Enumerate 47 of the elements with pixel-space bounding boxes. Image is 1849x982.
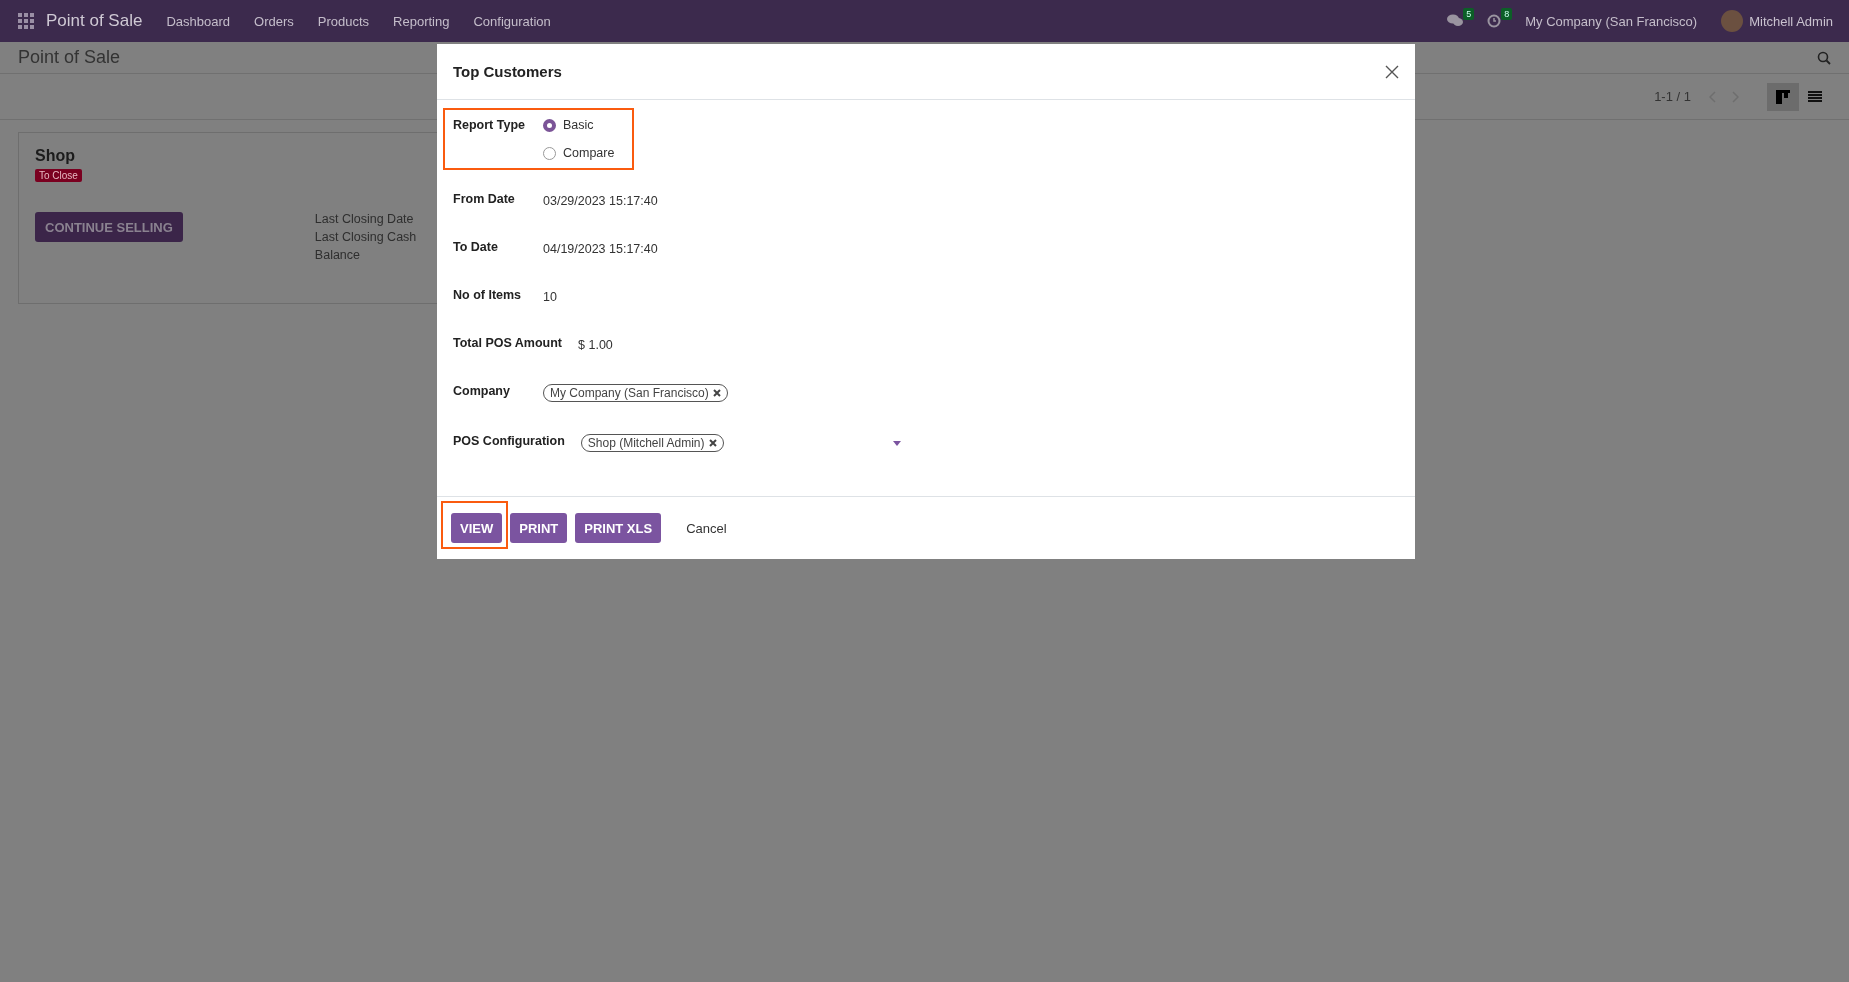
clock-icon[interactable] <box>1487 14 1502 28</box>
chat-icon[interactable] <box>1447 14 1464 28</box>
pager-text: 1-1 / 1 <box>1654 89 1691 104</box>
field-value[interactable]: 10 <box>543 290 557 304</box>
field-label: To Date <box>453 240 499 254</box>
list-icon <box>1808 90 1822 103</box>
cancel-link[interactable]: Cancel <box>677 513 736 543</box>
status-tag: To Close <box>35 169 82 182</box>
kanban-icon <box>1776 89 1790 104</box>
field-value[interactable]: $ 1.00 <box>578 338 613 352</box>
app-title[interactable]: Point of Sale <box>46 11 143 31</box>
dropdown-caret-icon[interactable] <box>892 440 901 446</box>
close-icon[interactable] <box>1385 64 1399 79</box>
field-label: Report Type <box>453 118 526 132</box>
info-label: Last Closing Cash <box>314 230 417 244</box>
card-title: Shop <box>35 147 75 165</box>
info-label: Balance <box>314 248 362 262</box>
message-count-badge: 5 <box>1463 8 1475 20</box>
field-value[interactable]: 03/29/2023 15:17:40 <box>543 194 658 208</box>
radio-option[interactable]: Basic <box>543 118 615 132</box>
apps-icon[interactable] <box>18 13 34 29</box>
menu-item[interactable]: Dashboard <box>166 13 230 29</box>
continue-selling-button[interactable]: CONTINUE SELLING <box>35 212 183 242</box>
dialog-button[interactable]: PRINT <box>510 513 568 543</box>
field-label: Total POS Amount <box>453 336 564 350</box>
info-label: Last Closing Date <box>314 212 415 226</box>
remove-icon[interactable] <box>712 389 721 397</box>
dialog-button[interactable]: PRINT XLS <box>575 513 662 543</box>
company-switcher[interactable]: My Company (San Francisco) <box>1525 13 1698 29</box>
user-menu[interactable]: Mitchell Admin <box>1749 13 1833 29</box>
radio-option[interactable]: Compare <box>543 146 615 160</box>
breadcrumb: Point of Sale <box>18 47 121 68</box>
menu-item[interactable]: Configuration <box>473 13 551 29</box>
dialog-button[interactable]: VIEW <box>451 513 503 543</box>
kanban-view-button[interactable] <box>1767 82 1799 111</box>
field-label: From Date <box>453 192 516 206</box>
field-label: Company <box>453 384 511 398</box>
field-label: POS Configuration <box>453 434 566 448</box>
field-value[interactable]: 04/19/2023 15:17:40 <box>543 242 658 256</box>
search-icon[interactable] <box>1817 50 1831 65</box>
activity-count-badge: 8 <box>1501 8 1513 20</box>
field-label: No of Items <box>453 288 523 302</box>
menu-item[interactable]: Orders <box>254 13 294 29</box>
dialog-title: Top Customers <box>453 63 562 80</box>
menu-item[interactable]: Reporting <box>393 13 450 29</box>
menu-item[interactable]: Products <box>317 13 370 29</box>
remove-icon[interactable] <box>708 439 717 447</box>
